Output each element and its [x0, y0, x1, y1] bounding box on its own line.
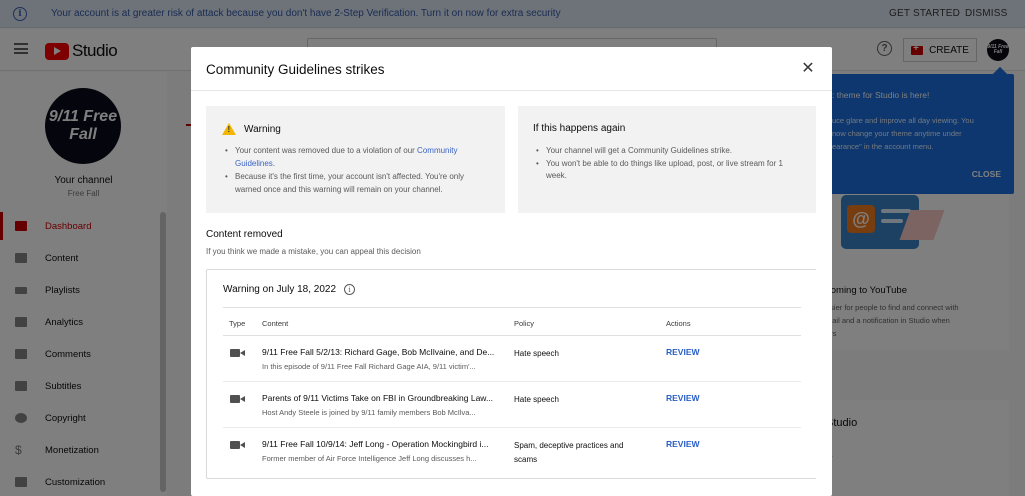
info-icon[interactable]: i: [344, 284, 356, 295]
video-description: Host Andy Steele is joined by 9/11 famil…: [262, 408, 476, 417]
warning-date: Warning on July 18, 2022: [223, 284, 337, 295]
content-removed-title: Content removed: [206, 229, 283, 240]
table-row: 9/11 Free Fall 5/2/13: Richard Gage, Bob…: [223, 336, 801, 382]
column-header-policy: Policy: [514, 319, 535, 328]
warning-heading-text: Warning: [244, 123, 281, 135]
policy-text: Hate speech: [514, 349, 559, 358]
column-header-type: Type: [229, 319, 246, 328]
policy-text: Hate speech: [514, 395, 559, 404]
warning-bullet: Your content was removed due to a violat…: [222, 145, 472, 170]
strikes-dialog: Community Guidelines strikes ✕ Warning Y…: [191, 47, 832, 496]
review-button[interactable]: REVIEW: [666, 347, 700, 357]
table-row: Parents of 9/11 Victims Take on FBI in G…: [223, 382, 801, 428]
dialog-header: Community Guidelines strikes ✕: [191, 47, 832, 91]
bullet-text: Your content was removed due to a violat…: [235, 146, 418, 155]
bullet-text: .: [272, 158, 276, 168]
if-happens-bullet: You won't be able to do things like uplo…: [533, 158, 798, 183]
video-icon: [230, 395, 245, 403]
policy-text: Spam, deceptive practices and scams: [514, 441, 624, 464]
warning-card: Warning on July 18, 2022 i Type Content …: [206, 269, 816, 479]
dialog-title: Community Guidelines strikes: [206, 62, 385, 77]
video-description: Former member of Air Force Intelligence …: [262, 454, 477, 463]
warning-icon: [222, 123, 236, 135]
video-icon: [230, 349, 245, 357]
video-description: In this episode of 9/11 Free Fall Richar…: [262, 362, 476, 371]
if-happens-bullet: Your channel will get a Community Guidel…: [533, 145, 798, 158]
column-header-content: Content: [262, 319, 289, 328]
if-happens-heading: If this happens again: [533, 123, 626, 134]
if-happens-again-box: If this happens again Your channel will …: [518, 106, 816, 213]
warning-bullets: Your content was removed due to a violat…: [222, 145, 472, 196]
warning-bullet: Because it's the first time, your accoun…: [222, 171, 472, 196]
content-removed-subtitle: If you think we made a mistake, you can …: [206, 247, 421, 256]
table-row: 9/11 Free Fall 10/9/14: Jeff Long - Oper…: [223, 428, 801, 474]
warning-card-title: Warning on July 18, 2022 i: [223, 284, 356, 295]
if-happens-bullets: Your channel will get a Community Guidel…: [533, 145, 798, 183]
close-icon[interactable]: ✕: [800, 60, 816, 76]
video-title: 9/11 Free Fall 5/2/13: Richard Gage, Bob…: [262, 347, 495, 357]
video-title: Parents of 9/11 Victims Take on FBI in G…: [262, 393, 494, 403]
review-button[interactable]: REVIEW: [666, 393, 700, 403]
divider: [223, 307, 801, 308]
review-button[interactable]: REVIEW: [666, 439, 700, 449]
video-title: 9/11 Free Fall 10/9/14: Jeff Long - Oper…: [262, 439, 489, 449]
video-icon: [230, 441, 245, 449]
warning-box: Warning Your content was removed due to …: [206, 106, 505, 213]
warning-heading: Warning: [222, 123, 281, 135]
column-header-actions: Actions: [666, 319, 691, 328]
